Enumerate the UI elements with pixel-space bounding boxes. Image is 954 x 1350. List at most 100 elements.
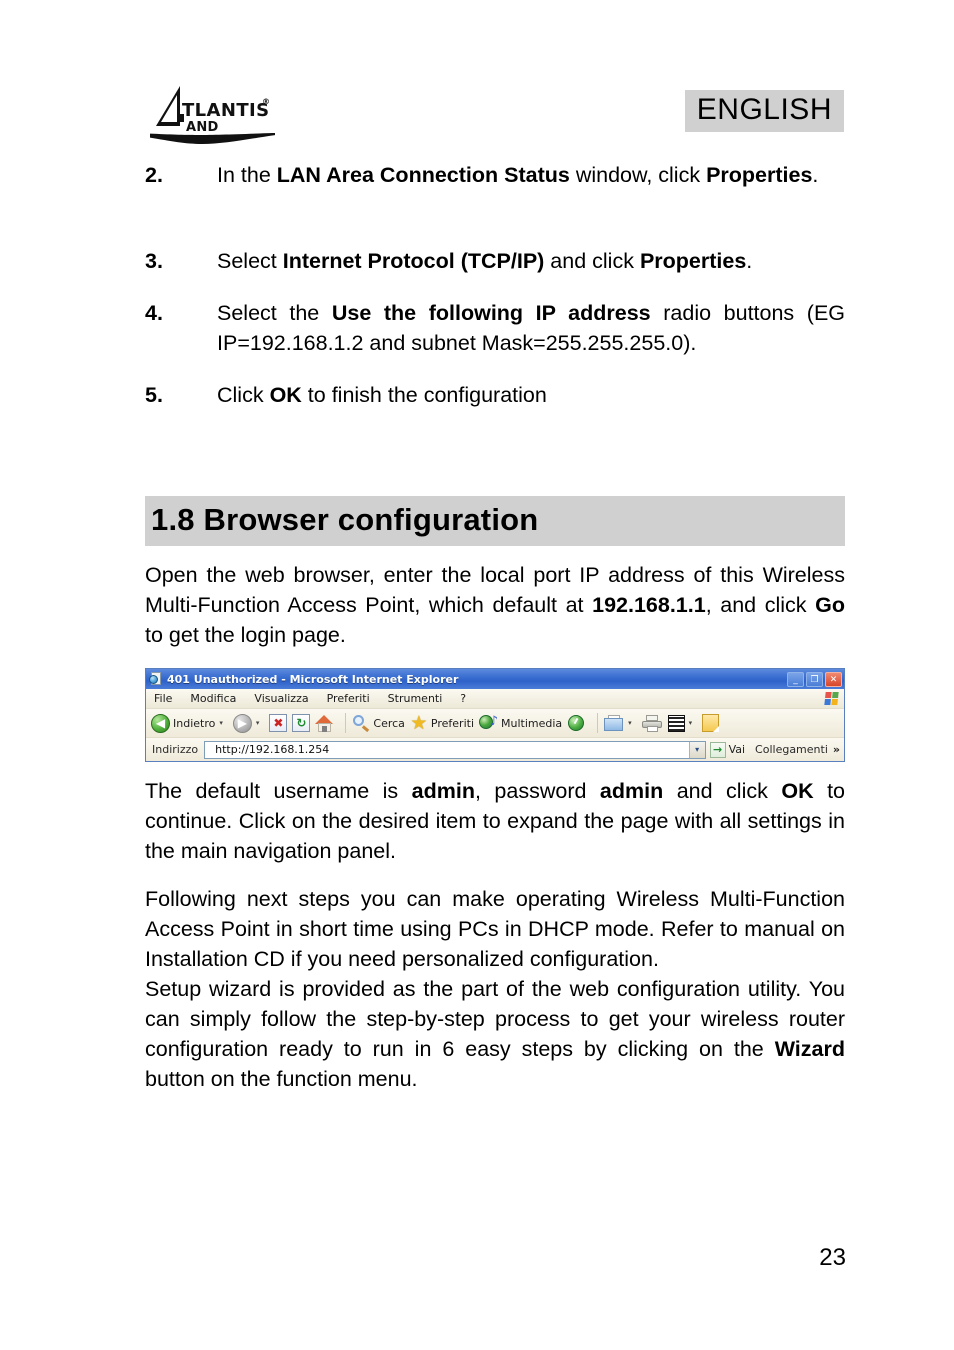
window-controls: _ ❐ ✕ xyxy=(787,671,842,687)
step-number: 2. xyxy=(145,163,163,187)
refresh-button[interactable]: ↻ xyxy=(292,714,311,732)
mail-dropdown-caret-icon[interactable]: ▾ xyxy=(628,719,632,727)
back-button[interactable]: ◀ Indietro ▾ xyxy=(151,713,228,733)
stop-glyph: ✖ xyxy=(273,716,284,730)
menu-item-file[interactable]: File xyxy=(154,692,172,705)
paragraph-segment: , password xyxy=(474,779,600,803)
search-button-label: Cerca xyxy=(373,716,405,730)
mail-button[interactable]: ▾ xyxy=(604,715,637,731)
atlantis-land-logo: TLANTIS ® AND xyxy=(150,82,275,144)
address-bar-label: Indirizzo xyxy=(152,743,199,756)
mail-icon xyxy=(604,715,624,731)
paragraph-segment: Following next steps you can make operat… xyxy=(145,887,845,971)
paragraph-login: The default username is admin, password … xyxy=(145,776,845,866)
back-dropdown-caret-icon[interactable]: ▾ xyxy=(219,719,223,727)
address-input-value: http://192.168.1.254 xyxy=(215,743,330,756)
menu-item-preferiti[interactable]: Preferiti xyxy=(327,692,370,705)
menu-item-help[interactable]: ? xyxy=(460,692,466,705)
refresh-icon: ↻ xyxy=(292,714,311,732)
page-number: 23 xyxy=(819,1244,846,1271)
step-number: 3. xyxy=(145,249,163,273)
home-button[interactable] xyxy=(315,714,334,732)
step-segment: . xyxy=(812,163,819,187)
paragraph-segment: and click xyxy=(663,779,782,803)
paragraph-segment: button on the function menu. xyxy=(145,1067,418,1091)
close-button[interactable]: ✕ xyxy=(825,671,842,687)
list-item: 4. Select the Use the following IP addre… xyxy=(145,298,845,358)
svg-text:AND: AND xyxy=(186,120,219,135)
paragraph-segment-bold: admin xyxy=(411,779,475,803)
toolbar-separator xyxy=(345,713,347,733)
step-segment-bold: Properties xyxy=(706,163,813,187)
edit-dropdown-caret-icon[interactable]: ▾ xyxy=(689,719,693,727)
browser-toolbar: ◀ Indietro ▾ ▶ ▾ ✖ ↻ Cerca ★ Preferiti ♪… xyxy=(146,709,844,738)
address-input[interactable]: http://192.168.1.254 ▾ xyxy=(204,740,706,759)
home-icon xyxy=(315,714,334,732)
paragraph-segment: The default username is xyxy=(145,779,412,803)
step-text: In the LAN Area Connection Status window… xyxy=(217,160,845,190)
paragraph-segment-bold: Go xyxy=(815,593,845,617)
browser-titlebar: 401 Unauthorized - Microsoft Internet Ex… xyxy=(146,669,844,689)
forward-arrow-icon: ▶ xyxy=(232,713,252,733)
windows-flag-icon xyxy=(824,692,839,705)
back-arrow-icon: ◀ xyxy=(151,713,170,733)
menu-item-strumenti[interactable]: Strumenti xyxy=(388,692,443,705)
step-text: Click OK to finish the configuration xyxy=(217,380,845,410)
step-segment-bold: LAN Area Connection Status xyxy=(276,163,570,187)
section-heading-bar: 1.8 Browser configuration xyxy=(145,496,845,546)
minimize-button[interactable]: _ xyxy=(787,671,804,687)
step-segment: and click xyxy=(544,249,640,273)
history-button[interactable] xyxy=(567,714,586,732)
browser-address-bar: Indirizzo http://192.168.1.254 ▾ → Vai C… xyxy=(146,738,844,761)
search-button[interactable]: Cerca xyxy=(352,714,405,732)
overflow-chevron-icon[interactable]: » xyxy=(833,743,840,756)
step-segment: . xyxy=(746,249,753,273)
back-arrow-glyph: ◀ xyxy=(155,715,166,730)
multimedia-button[interactable]: ♪ Multimedia xyxy=(479,714,562,732)
go-button[interactable]: → Vai xyxy=(709,741,746,758)
paragraph-segment-bold: OK xyxy=(781,779,814,803)
svg-text:TLANTIS: TLANTIS xyxy=(182,100,269,121)
ie-document-icon xyxy=(149,672,163,686)
go-button-label: Vai xyxy=(728,743,746,756)
notes-icon xyxy=(702,714,720,732)
paragraph-segment-bold: admin xyxy=(599,779,664,803)
section-heading: 1.8 Browser configuration xyxy=(151,502,539,537)
svg-text:®: ® xyxy=(262,97,270,106)
print-button[interactable] xyxy=(641,714,663,732)
menu-item-visualizza[interactable]: Visualizza xyxy=(254,692,308,705)
step-segment: Click xyxy=(217,383,270,407)
history-icon xyxy=(567,714,586,732)
document-content: 2. In the LAN Area Connection Status win… xyxy=(145,160,845,1112)
step-segment: window, click xyxy=(569,163,707,187)
forward-button[interactable]: ▶ ▾ xyxy=(232,713,265,733)
step-segment: to finish the configuration xyxy=(301,383,547,407)
messenger-button[interactable] xyxy=(702,714,720,732)
step-number: 5. xyxy=(145,383,163,407)
forward-arrow-glyph: ▶ xyxy=(237,715,247,730)
refresh-glyph: ↻ xyxy=(296,716,307,730)
list-item: 2. In the LAN Area Connection Status win… xyxy=(145,160,845,190)
edit-button[interactable]: ▾ xyxy=(667,714,698,732)
paragraph-segment: , and click xyxy=(705,593,816,617)
links-label[interactable]: Collegamenti xyxy=(755,743,828,756)
step-segment-bold: Use the following IP address xyxy=(331,301,651,325)
forward-dropdown-caret-icon[interactable]: ▾ xyxy=(256,719,260,727)
go-arrow-icon: → xyxy=(709,741,726,758)
stop-button[interactable]: ✖ xyxy=(269,714,288,732)
restore-button[interactable]: ❐ xyxy=(806,671,823,687)
step-segment-bold: Internet Protocol (TCP/IP) xyxy=(282,249,545,273)
paragraph-segment-bold: 192.168.1.1 xyxy=(592,593,706,617)
language-badge: ENGLISH xyxy=(684,90,844,132)
address-dropdown-caret-icon[interactable]: ▾ xyxy=(688,741,705,758)
print-icon xyxy=(641,714,663,732)
menu-item-modifica[interactable]: Modifica xyxy=(190,692,236,705)
step-segment-bold: OK xyxy=(269,383,302,407)
paragraph-wizard: Setup wizard is provided as the part of … xyxy=(145,974,845,1094)
favorites-button-label: Preferiti xyxy=(430,716,474,730)
list-item: 3. Select Internet Protocol (TCP/IP) and… xyxy=(145,246,845,276)
favorites-button[interactable]: ★ Preferiti xyxy=(410,712,474,734)
star-icon: ★ xyxy=(410,712,428,734)
